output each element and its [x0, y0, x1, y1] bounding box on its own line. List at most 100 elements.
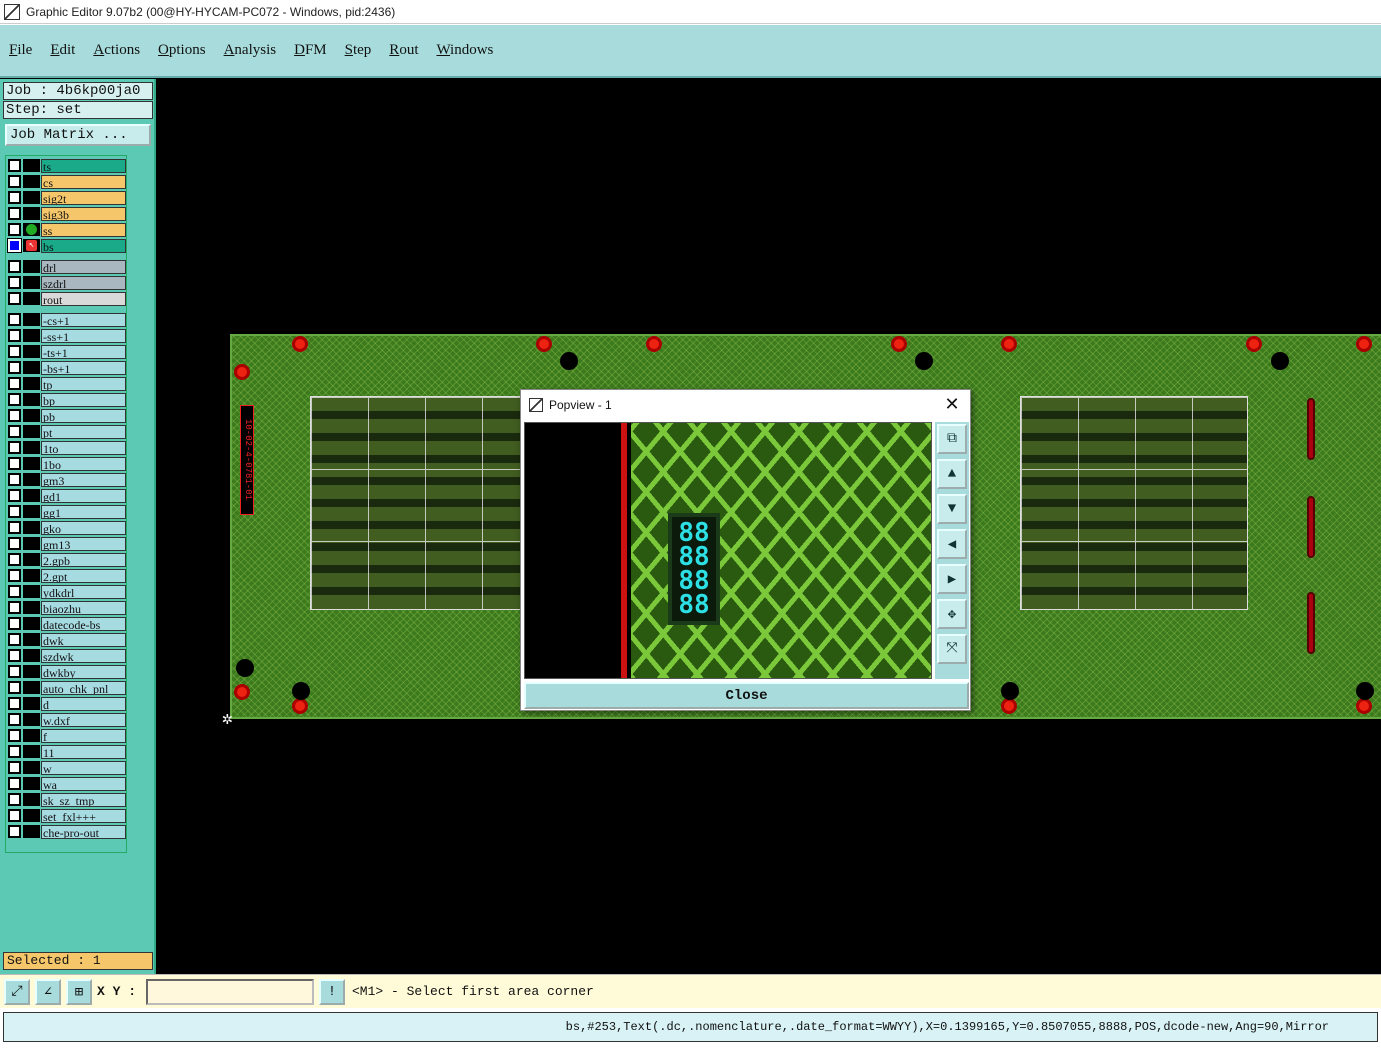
layer-checkbox[interactable]	[8, 260, 21, 273]
layer-row[interactable]: f	[8, 728, 126, 743]
layer-name[interactable]: wa	[41, 776, 126, 791]
zoom-in-icon[interactable]: ✥	[937, 599, 967, 629]
layer-row[interactable]: ts	[8, 158, 126, 173]
xy-input[interactable]	[146, 979, 314, 1005]
layer-name[interactable]: rout	[41, 291, 126, 306]
layer-checkbox[interactable]	[8, 425, 21, 438]
layer-indicator[interactable]	[23, 777, 40, 790]
layer-row[interactable]: 1bo	[8, 456, 126, 471]
layer-indicator[interactable]	[23, 361, 40, 374]
layer-row[interactable]: dwk	[8, 632, 126, 647]
layer-indicator[interactable]	[23, 409, 40, 422]
layer-row[interactable]: auto_chk_pnl	[8, 680, 126, 695]
layer-indicator[interactable]	[23, 191, 40, 204]
layer-indicator[interactable]	[23, 489, 40, 502]
layer-indicator[interactable]	[23, 601, 40, 614]
layer-name[interactable]: gm3	[41, 472, 126, 487]
layer-indicator[interactable]	[23, 329, 40, 342]
layer-checkbox[interactable]	[8, 207, 21, 220]
layer-row[interactable]: cs	[8, 174, 126, 189]
layer-name[interactable]: cs	[41, 174, 126, 189]
grid-icon[interactable]: ⊞	[66, 979, 92, 1005]
layer-checkbox[interactable]	[8, 409, 21, 422]
layer-name[interactable]: set_fxl+++	[41, 808, 126, 823]
layer-name[interactable]: 11	[41, 744, 126, 759]
layer-row[interactable]: gko	[8, 520, 126, 535]
layer-row[interactable]: sk_sz_tmp	[8, 792, 126, 807]
layer-checkbox[interactable]	[8, 505, 21, 518]
layer-checkbox[interactable]	[8, 457, 21, 470]
layer-name[interactable]: w	[41, 760, 126, 775]
layer-row[interactable]: biaozhu	[8, 600, 126, 615]
layer-name[interactable]: sig2t	[41, 190, 126, 205]
layer-checkbox[interactable]	[8, 191, 21, 204]
layer-name[interactable]: pt	[41, 424, 126, 439]
layer-row[interactable]: set_fxl+++	[8, 808, 126, 823]
layer-name[interactable]: dwkby	[41, 664, 126, 679]
layer-checkbox[interactable]	[8, 345, 21, 358]
layer-checkbox[interactable]	[8, 665, 21, 678]
layer-name[interactable]: tp	[41, 376, 126, 391]
menu-analysis[interactable]: Analysis	[224, 42, 277, 59]
layer-name[interactable]: 2.gpb	[41, 552, 126, 567]
layer-checkbox[interactable]	[8, 745, 21, 758]
layer-row[interactable]: dwkby	[8, 664, 126, 679]
menu-dfm[interactable]: DFM	[294, 42, 327, 59]
layer-name[interactable]: gko	[41, 520, 126, 535]
layer-row[interactable]: ↖ bs	[7, 238, 126, 253]
layer-row[interactable]: szdrl	[8, 275, 126, 290]
layer-row[interactable]: sig2t	[8, 190, 126, 205]
layer-row[interactable]: gg1	[8, 504, 126, 519]
layer-row[interactable]: pt	[8, 424, 126, 439]
layer-name[interactable]: -ts+1	[41, 344, 126, 359]
layer-indicator[interactable]	[23, 825, 40, 838]
layer-row[interactable]: d	[8, 696, 126, 711]
popview-canvas[interactable]: 88 88 88 88	[524, 422, 932, 679]
layer-row[interactable]: -bs+1	[8, 360, 126, 375]
layer-name[interactable]: datecode-bs	[41, 616, 126, 631]
layer-checkbox[interactable]	[8, 393, 21, 406]
pan-right-icon[interactable]: ▶	[937, 564, 967, 594]
pan-left-icon[interactable]: ◀	[937, 529, 967, 559]
layer-indicator[interactable]	[23, 713, 40, 726]
layer-indicator[interactable]	[23, 223, 40, 236]
layer-checkbox[interactable]	[8, 697, 21, 710]
layer-indicator[interactable]	[23, 276, 40, 289]
layer-row[interactable]: -cs+1	[8, 312, 126, 327]
layer-indicator[interactable]	[23, 809, 40, 822]
layer-row[interactable]: che-pro-out	[8, 824, 126, 839]
layer-name[interactable]: pb	[41, 408, 126, 423]
layer-indicator[interactable]	[23, 585, 40, 598]
layer-row[interactable]: 2.gpt	[8, 568, 126, 583]
layer-row[interactable]: pb	[8, 408, 126, 423]
layer-name[interactable]: gm13	[41, 536, 126, 551]
layer-row[interactable]: 1to	[8, 440, 126, 455]
menu-windows[interactable]: Windows	[436, 42, 493, 59]
layer-checkbox[interactable]	[8, 633, 21, 646]
layer-row[interactable]: bp	[8, 392, 126, 407]
close-icon[interactable]: ✕	[942, 394, 962, 414]
layer-name[interactable]: biaozhu	[41, 600, 126, 615]
menu-actions[interactable]: Actions	[93, 42, 140, 59]
close-button[interactable]: Close	[524, 682, 969, 709]
layer-indicator[interactable]	[23, 159, 40, 172]
layer-checkbox[interactable]	[8, 777, 21, 790]
layer-row[interactable]: -ts+1	[8, 344, 126, 359]
layer-row[interactable]: -ss+1	[8, 328, 126, 343]
layer-name[interactable]: bp	[41, 392, 126, 407]
layer-checkbox[interactable]	[8, 521, 21, 534]
layer-name[interactable]: che-pro-out	[41, 824, 126, 839]
layer-row[interactable]: rout	[8, 291, 126, 306]
layer-indicator[interactable]	[23, 633, 40, 646]
layer-name[interactable]: sig3b	[41, 206, 126, 221]
layer-indicator[interactable]	[23, 377, 40, 390]
layer-name[interactable]: 1bo	[41, 456, 126, 471]
layer-indicator[interactable]	[23, 345, 40, 358]
layer-checkbox[interactable]	[8, 617, 21, 630]
layer-name[interactable]: 1to	[41, 440, 126, 455]
layer-indicator[interactable]	[23, 665, 40, 678]
layer-checkbox[interactable]	[8, 223, 21, 236]
zoom-out-icon[interactable]: ⤧	[937, 634, 967, 664]
layer-indicator[interactable]	[23, 681, 40, 694]
layer-name[interactable]: auto_chk_pnl	[41, 680, 126, 695]
